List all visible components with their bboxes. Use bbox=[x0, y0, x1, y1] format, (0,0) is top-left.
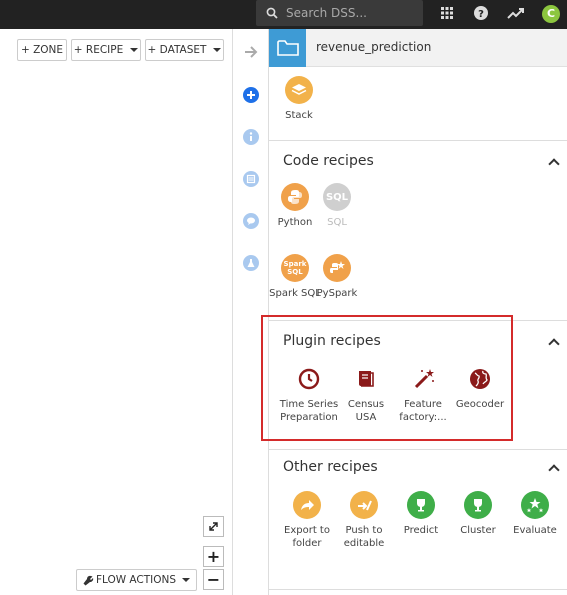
add-zone-button[interactable]: + ZONE bbox=[17, 39, 67, 61]
svg-text:?: ? bbox=[478, 9, 484, 20]
pyspark-icon bbox=[323, 254, 351, 282]
stack-label: Stack bbox=[285, 110, 313, 121]
stars-icon bbox=[521, 491, 549, 519]
search-icon bbox=[266, 7, 278, 19]
code-recipes-title: Code recipes bbox=[283, 153, 374, 169]
flow-actions-button[interactable]: FLOW ACTIONS bbox=[76, 569, 197, 591]
folder-icon bbox=[269, 29, 306, 67]
python-icon bbox=[281, 183, 309, 211]
add-recipe-label: + RECIPE bbox=[73, 44, 124, 56]
fullscreen-button[interactable] bbox=[203, 516, 224, 537]
add-recipe-button[interactable]: + RECIPE bbox=[71, 39, 141, 61]
chevron-down-icon bbox=[130, 48, 139, 52]
predict-recipe[interactable]: Predict bbox=[391, 491, 451, 537]
chevron-down-icon bbox=[182, 578, 191, 582]
add-circle-icon[interactable] bbox=[243, 87, 259, 103]
section-divider bbox=[269, 589, 567, 590]
share-arrow-icon bbox=[293, 491, 321, 519]
search-input[interactable]: Search DSS... bbox=[256, 0, 423, 26]
plugin-recipes-highlight bbox=[261, 315, 513, 441]
export-to-folder-label: Export to folder bbox=[284, 525, 330, 549]
trending-icon[interactable] bbox=[507, 5, 525, 21]
panel-title: revenue_prediction bbox=[316, 40, 432, 54]
avatar[interactable]: C bbox=[542, 5, 560, 23]
search-placeholder: Search DSS... bbox=[286, 6, 367, 20]
recipe-panel: revenue_prediction Stack Code recipes Py… bbox=[268, 29, 567, 595]
trophy-icon bbox=[407, 491, 435, 519]
cluster-recipe[interactable]: Cluster bbox=[448, 491, 508, 537]
stack-recipe[interactable]: Stack bbox=[269, 76, 329, 122]
flow-panel-divider bbox=[232, 29, 233, 595]
pyspark-label: PySpark bbox=[316, 288, 358, 299]
zoom-in-button[interactable]: + bbox=[203, 546, 224, 567]
push-to-editable-recipe[interactable]: Push to editable bbox=[334, 491, 394, 550]
help-icon[interactable]: ? bbox=[473, 5, 489, 21]
wrench-icon bbox=[83, 575, 94, 585]
chevron-down-icon bbox=[213, 48, 222, 52]
cluster-label: Cluster bbox=[460, 525, 496, 536]
add-dataset-button[interactable]: + DATASET bbox=[145, 39, 224, 61]
info-icon[interactable] bbox=[243, 129, 259, 145]
panel-header: revenue_prediction bbox=[269, 29, 567, 67]
evaluate-recipe[interactable]: Evaluate bbox=[505, 491, 565, 537]
lab-flask-icon[interactable] bbox=[243, 255, 259, 271]
add-dataset-label: + DATASET bbox=[147, 44, 207, 56]
trophy-icon bbox=[464, 491, 492, 519]
chevron-up-icon[interactable] bbox=[548, 464, 560, 476]
expand-icon bbox=[209, 522, 218, 531]
section-divider bbox=[269, 140, 567, 141]
stack-icon bbox=[285, 76, 313, 104]
push-edit-icon bbox=[350, 491, 378, 519]
arrow-right-icon[interactable] bbox=[243, 44, 259, 60]
flow-actions-label: FLOW ACTIONS bbox=[95, 574, 177, 586]
details-list-icon[interactable] bbox=[243, 171, 259, 187]
chevron-up-icon[interactable] bbox=[548, 338, 560, 350]
sql-recipe: SQL SQL bbox=[307, 183, 367, 229]
evaluate-label: Evaluate bbox=[513, 525, 557, 536]
pyspark-recipe[interactable]: PySpark bbox=[307, 254, 367, 300]
zoom-out-label: − bbox=[206, 570, 221, 589]
sql-label: SQL bbox=[327, 217, 347, 228]
chevron-up-icon[interactable] bbox=[548, 158, 560, 170]
export-to-folder-recipe[interactable]: Export to folder bbox=[277, 491, 337, 550]
push-to-editable-label: Push to editable bbox=[343, 525, 385, 549]
zoom-in-label: + bbox=[206, 547, 221, 566]
other-recipes-title: Other recipes bbox=[283, 459, 378, 475]
apps-grid-icon[interactable] bbox=[439, 5, 455, 21]
top-bar: Search DSS... ? C bbox=[0, 0, 567, 29]
spark-sql-icon: Spark SQL bbox=[281, 254, 309, 282]
predict-label: Predict bbox=[403, 525, 439, 536]
section-divider bbox=[269, 449, 567, 450]
add-zone-label: + ZONE bbox=[20, 44, 64, 56]
sql-icon: SQL bbox=[323, 183, 351, 211]
discussion-icon[interactable] bbox=[243, 213, 259, 229]
zoom-out-button[interactable]: − bbox=[203, 569, 224, 590]
